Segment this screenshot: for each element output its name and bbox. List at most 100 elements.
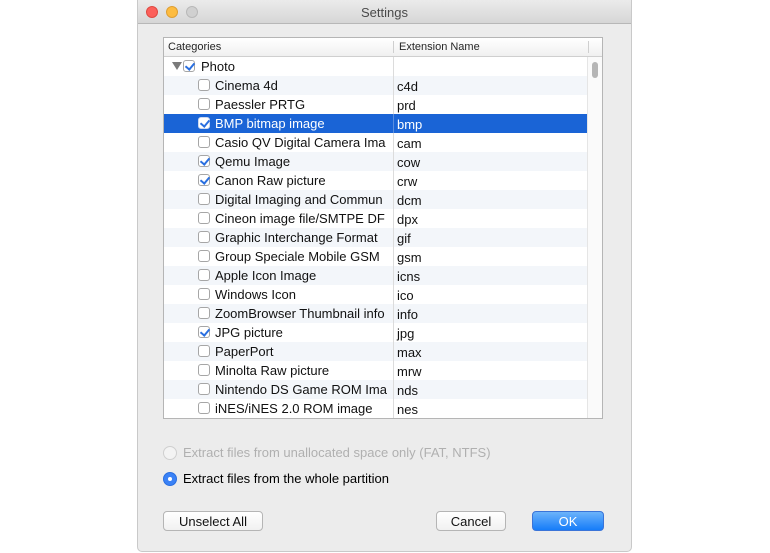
cell-divider <box>393 171 394 190</box>
radio-whole-partition[interactable] <box>163 472 177 486</box>
cell-divider <box>393 76 394 95</box>
table-row[interactable]: Canon Raw picture crw <box>164 171 589 190</box>
cell-divider <box>393 247 394 266</box>
row-label: BMP bitmap image <box>215 116 325 131</box>
table-row[interactable]: Cineon image file/SMTPE DF dpx <box>164 209 589 228</box>
row-extension: cow <box>397 155 421 170</box>
column-header-extension[interactable]: Extension Name <box>399 41 480 53</box>
row-extension: bmp <box>397 117 423 132</box>
disclosure-triangle-icon[interactable] <box>172 62 182 70</box>
row-label: Minolta Raw picture <box>215 363 330 378</box>
cell-divider <box>393 57 394 76</box>
row-checkbox[interactable] <box>198 402 210 414</box>
cell-divider <box>393 380 394 399</box>
row-checkbox[interactable] <box>198 193 210 205</box>
row-checkbox[interactable] <box>198 364 210 376</box>
row-checkbox[interactable] <box>198 117 210 129</box>
cell-divider <box>393 95 394 114</box>
table-row[interactable]: ZoomBrowser Thumbnail info info <box>164 304 589 323</box>
row-checkbox[interactable] <box>198 79 210 91</box>
row-checkbox[interactable] <box>198 383 210 395</box>
cell-divider <box>393 304 394 323</box>
row-checkbox[interactable] <box>198 136 210 148</box>
table-row[interactable]: Casio QV Digital Camera Ima cam <box>164 133 589 152</box>
row-label: Casio QV Digital Camera Ima <box>215 135 386 150</box>
table-row[interactable]: Digital Imaging and Commun dcm <box>164 190 589 209</box>
row-checkbox[interactable] <box>198 288 210 300</box>
row-extension: max <box>397 345 422 360</box>
row-label: Cineon image file/SMTPE DF <box>215 211 385 226</box>
column-header-categories[interactable]: Categories <box>168 41 221 53</box>
row-checkbox[interactable] <box>198 250 210 262</box>
row-label: Qemu Image <box>215 154 291 169</box>
column-divider[interactable] <box>588 41 589 53</box>
category-row-photo[interactable]: Photo <box>164 57 589 76</box>
table-row[interactable]: Minolta Raw picture mrw <box>164 361 589 380</box>
row-label: Windows Icon <box>215 287 296 302</box>
table-header: Categories Extension Name <box>164 38 602 57</box>
row-extension: crw <box>397 174 418 189</box>
scrollbar-thumb[interactable] <box>592 62 598 78</box>
cell-divider <box>393 228 394 247</box>
row-checkbox[interactable] <box>198 326 210 338</box>
row-label: Nintendo DS Game ROM Ima <box>215 382 387 397</box>
row-checkbox[interactable] <box>198 212 210 224</box>
row-checkbox[interactable] <box>198 155 210 167</box>
row-label: iNES/iNES 2.0 ROM image <box>215 401 373 416</box>
table-row[interactable]: Graphic Interchange Format gif <box>164 228 589 247</box>
table-body: Photo Cinema 4d c4d Paessler PRTG prd BMP bi… <box>164 57 589 418</box>
category-checkbox[interactable] <box>183 60 195 72</box>
table-row[interactable]: iNES/iNES 2.0 ROM image nes <box>164 399 589 418</box>
row-extension: mrw <box>397 364 422 379</box>
table-row[interactable]: Group Speciale Mobile GSM gsm <box>164 247 589 266</box>
table-row[interactable]: Nintendo DS Game ROM Ima nds <box>164 380 589 399</box>
cell-divider <box>393 133 394 152</box>
ok-button[interactable]: OK <box>532 511 604 531</box>
radio-unallocated[interactable] <box>163 446 177 460</box>
row-label: Graphic Interchange Format <box>215 230 378 245</box>
table-row[interactable]: Windows Icon ico <box>164 285 589 304</box>
category-label: Photo <box>201 59 235 74</box>
row-checkbox[interactable] <box>198 231 210 243</box>
row-checkbox[interactable] <box>198 174 210 186</box>
cell-divider <box>393 266 394 285</box>
unselect-all-button[interactable]: Unselect All <box>163 511 263 531</box>
title-bar: Settings <box>138 0 631 24</box>
row-checkbox[interactable] <box>198 345 210 357</box>
row-extension: ico <box>397 288 414 303</box>
table-row[interactable]: Paessler PRTG prd <box>164 95 589 114</box>
row-label: Group Speciale Mobile GSM <box>215 249 380 264</box>
row-label: ZoomBrowser Thumbnail info <box>215 306 385 321</box>
row-label: Apple Icon Image <box>215 268 317 283</box>
row-extension: cam <box>397 136 422 151</box>
extensions-table: Categories Extension Name Photo Cinema 4… <box>163 37 603 419</box>
vertical-scrollbar[interactable] <box>587 57 602 418</box>
settings-window: Settings Categories Extension Name Photo… <box>137 0 632 552</box>
row-checkbox[interactable] <box>198 307 210 319</box>
row-checkbox[interactable] <box>198 98 210 110</box>
row-checkbox[interactable] <box>198 269 210 281</box>
row-extension: jpg <box>397 326 415 341</box>
row-label: Canon Raw picture <box>215 173 326 188</box>
window-title: Settings <box>361 5 408 20</box>
table-row[interactable]: PaperPort max <box>164 342 589 361</box>
cancel-button[interactable]: Cancel <box>436 511 506 531</box>
table-row[interactable]: JPG picture jpg <box>164 323 589 342</box>
row-extension: dcm <box>397 193 422 208</box>
radio-unallocated-label: Extract files from unallocated space onl… <box>183 445 491 460</box>
row-label: Cinema 4d <box>215 78 278 93</box>
cell-divider <box>393 399 394 418</box>
row-extension: gsm <box>397 250 422 265</box>
row-label: JPG picture <box>215 325 283 340</box>
cell-divider <box>393 285 394 304</box>
cell-divider <box>393 323 394 342</box>
column-divider[interactable] <box>393 41 394 53</box>
table-row[interactable]: BMP bitmap image bmp <box>164 114 589 133</box>
cell-divider <box>393 190 394 209</box>
radio-whole-partition-label: Extract files from the whole partition <box>183 471 389 486</box>
table-row[interactable]: Cinema 4d c4d <box>164 76 589 95</box>
table-row[interactable]: Qemu Image cow <box>164 152 589 171</box>
table-row[interactable]: Apple Icon Image icns <box>164 266 589 285</box>
row-extension: gif <box>397 231 411 246</box>
row-label: Digital Imaging and Commun <box>215 192 383 207</box>
